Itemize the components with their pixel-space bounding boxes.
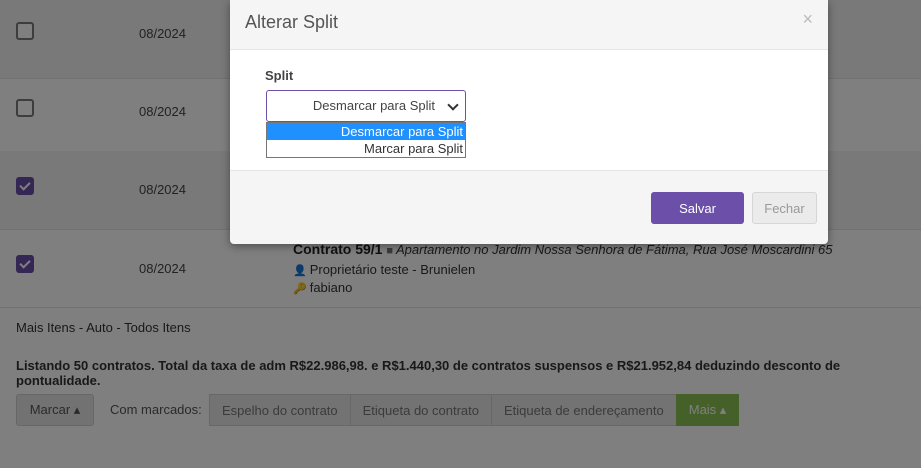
modal-body: Split Desmarcar para Split Desmarcar par…	[230, 50, 828, 170]
split-select-value: Desmarcar para Split	[312, 98, 435, 113]
split-select-dropdown: Desmarcar para Split Marcar para Split	[266, 122, 466, 158]
modal-header: Alterar Split ×	[230, 0, 828, 50]
close-button[interactable]: Fechar	[752, 192, 817, 224]
save-button[interactable]: Salvar	[651, 192, 744, 224]
split-option-mark[interactable]: Marcar para Split	[267, 140, 465, 157]
split-field-label: Split	[265, 68, 294, 83]
split-select[interactable]: Desmarcar para Split	[266, 90, 466, 122]
alter-split-modal: Alterar Split × Split Desmarcar para Spl…	[230, 0, 828, 244]
modal-footer: Salvar Fechar	[230, 170, 828, 244]
modal-title: Alterar Split	[245, 12, 339, 32]
close-icon[interactable]: ×	[802, 9, 813, 30]
chevron-down-icon	[447, 99, 459, 111]
split-option-unmark[interactable]: Desmarcar para Split	[267, 123, 465, 140]
